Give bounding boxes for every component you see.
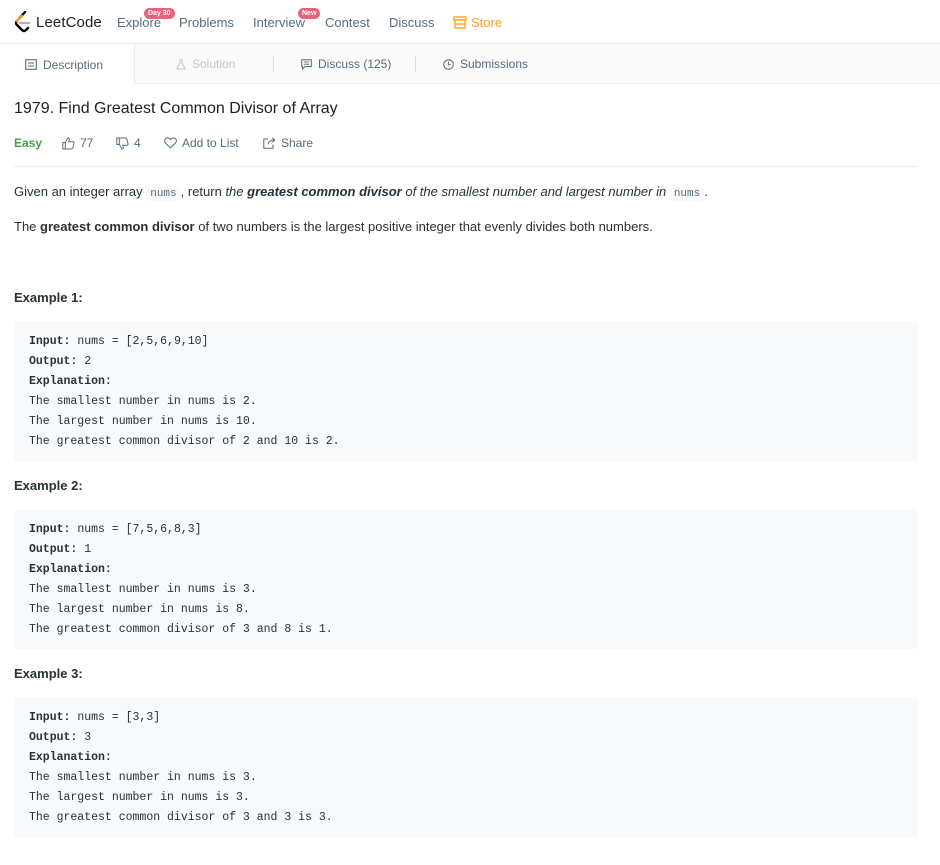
tab-discuss-label: Discuss (125)	[318, 57, 392, 71]
explanation-label: Explanation:	[29, 748, 903, 768]
definition-text: of two numbers is the largest positive i…	[194, 219, 653, 234]
nav-store[interactable]: Store	[453, 15, 502, 30]
explanation-line: The largest number in nums is 10.	[29, 415, 257, 428]
explanation-label-text: Explanation:	[29, 751, 112, 764]
share-icon	[263, 137, 276, 149]
divider	[14, 166, 918, 167]
output-label: Output:	[29, 543, 78, 556]
explanation-label: Explanation:	[29, 372, 903, 392]
example-code-block: Input: nums = [2,5,6,9,10] Output: 2 Exp…	[14, 321, 918, 461]
definition-text: The	[14, 219, 41, 234]
output-value: 3	[77, 731, 92, 744]
explanation-line: The greatest common divisor of 2 and 10 …	[29, 435, 340, 448]
store-icon	[453, 16, 467, 29]
explanation-label: Explanation:	[29, 560, 903, 580]
explanation-line: The smallest number in nums is 3.	[29, 583, 257, 596]
tab-divider	[273, 56, 274, 72]
logo-text: LeetCode	[36, 13, 102, 31]
description-icon	[25, 59, 37, 70]
statement-text: the	[225, 184, 248, 199]
share-label: Share	[281, 136, 314, 150]
tab-submissions[interactable]: Submissions	[443, 44, 528, 84]
nav-problems[interactable]: Problems	[179, 15, 234, 30]
example-output: Output: 1	[29, 540, 903, 560]
statement-text: Given an integer array	[14, 184, 147, 199]
explanation-line: The greatest common divisor of 3 and 3 i…	[29, 811, 333, 824]
statement-text: , return	[180, 184, 226, 199]
input-value: nums = [3,3]	[70, 711, 161, 724]
thumbs-up-icon	[62, 136, 75, 149]
dislike-count: 4	[134, 136, 141, 150]
statement-text: .	[704, 184, 708, 199]
tab-discuss[interactable]: Discuss (125)	[301, 44, 391, 84]
problem-statement: Given an integer array nums, return the …	[14, 182, 708, 204]
example-output: Output: 2	[29, 352, 903, 372]
problem-tabs: Description Solution Discuss (125) Submi…	[0, 44, 940, 85]
input-label: Input:	[29, 335, 71, 348]
like-count: 77	[80, 136, 94, 150]
explanation-label-text: Explanation:	[29, 563, 112, 576]
input-label: Input:	[29, 523, 71, 536]
input-value: nums = [7,5,6,8,3]	[70, 523, 202, 536]
input-label: Input:	[29, 711, 71, 724]
output-label: Output:	[29, 355, 78, 368]
dislike-button[interactable]: 4	[116, 134, 141, 152]
inline-code: nums	[146, 187, 181, 201]
tab-divider	[415, 56, 416, 72]
tab-description[interactable]: Description	[0, 44, 135, 85]
statement-emphasis: greatest common divisor	[247, 184, 402, 199]
top-navbar: LeetCode Day 30 Explore Problems New Int…	[0, 0, 940, 44]
explanation-line: The smallest number in nums is 3.	[29, 771, 257, 784]
difficulty-badge: Easy	[14, 136, 43, 150]
example-code-block: Input: nums = [3,3] Output: 3 Explanatio…	[14, 697, 918, 837]
example-code-block: Input: nums = [7,5,6,8,3] Output: 1 Expl…	[14, 509, 918, 649]
output-value: 2	[77, 355, 92, 368]
problem-title: 1979. Find Greatest Common Divisor of Ar…	[14, 100, 338, 117]
leetcode-logo-icon	[14, 11, 31, 33]
thumbs-down-icon	[116, 137, 129, 150]
add-to-list-label: Add to List	[182, 136, 239, 150]
example-input: Input: nums = [2,5,6,9,10]	[29, 332, 903, 352]
chat-icon	[301, 58, 312, 70]
example-heading: Example 2:	[14, 478, 83, 493]
tab-solution-label: Solution	[192, 57, 236, 71]
nav-contest[interactable]: Contest	[325, 15, 370, 30]
definition-emphasis: greatest common divisor	[40, 219, 195, 234]
inline-code: nums	[669, 187, 705, 201]
output-label: Output:	[29, 731, 78, 744]
example-input: Input: nums = [7,5,6,8,3]	[29, 520, 903, 540]
nav-store-label: Store	[471, 15, 503, 30]
add-to-list-button[interactable]: Add to List	[164, 134, 239, 152]
clock-icon	[443, 58, 454, 70]
nav-discuss[interactable]: Discuss	[389, 15, 435, 30]
nav-interview[interactable]: Interview	[253, 15, 305, 30]
output-value: 1	[77, 543, 92, 556]
tab-submissions-label: Submissions	[460, 57, 529, 71]
tab-solution[interactable]: Solution	[176, 44, 235, 84]
tab-description-label: Description	[43, 57, 104, 72]
like-button[interactable]: 77	[62, 134, 93, 152]
explanation-line: The largest number in nums is 3.	[29, 791, 250, 804]
example-heading: Example 3:	[14, 666, 83, 681]
heart-icon	[164, 137, 177, 149]
gcd-definition: The greatest common divisor of two numbe…	[14, 217, 653, 237]
example-output: Output: 3	[29, 728, 903, 748]
explanation-label-text: Explanation:	[29, 375, 112, 388]
statement-text: of the smallest number and largest numbe…	[401, 184, 670, 199]
example-input: Input: nums = [3,3]	[29, 708, 903, 728]
leetcode-logo[interactable]: LeetCode	[14, 10, 102, 34]
explanation-line: The largest number in nums is 8.	[29, 603, 250, 616]
flask-icon	[176, 58, 186, 69]
nav-explore[interactable]: Explore	[117, 15, 161, 30]
explanation-line: The greatest common divisor of 3 and 8 i…	[29, 623, 333, 636]
explanation-line: The smallest number in nums is 2.	[29, 395, 257, 408]
input-value: nums = [2,5,6,9,10]	[70, 335, 209, 348]
share-button[interactable]: Share	[263, 134, 313, 152]
example-heading: Example 1:	[14, 290, 83, 305]
